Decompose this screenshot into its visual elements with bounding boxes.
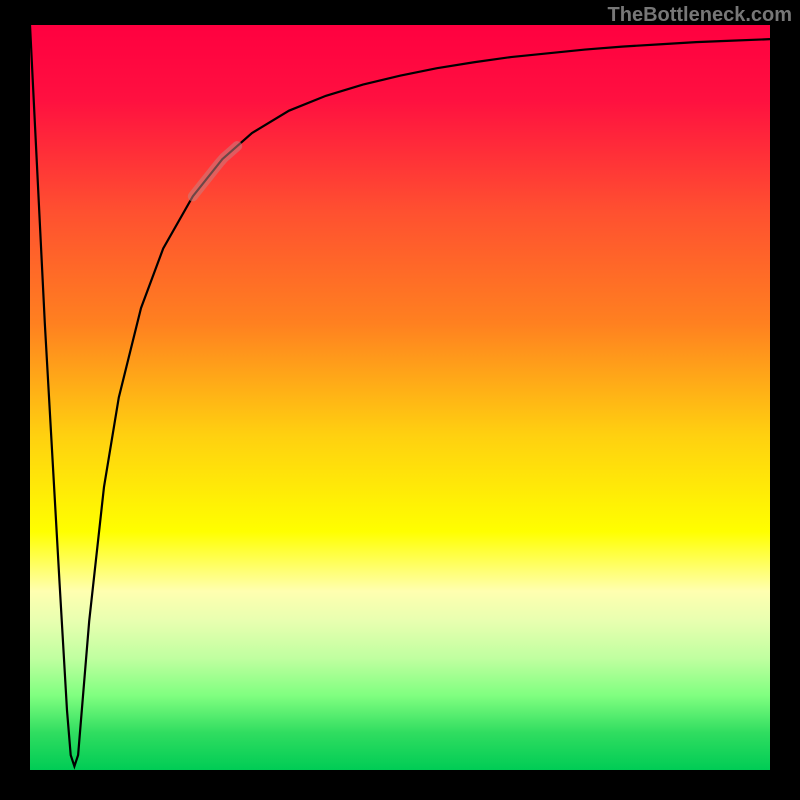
plot-area — [30, 25, 770, 770]
watermark-text: TheBottleneck.com — [608, 4, 792, 27]
highlight-segment — [193, 146, 237, 196]
chart-container: TheBottleneck.com — [0, 0, 800, 800]
bottleneck-curve-path — [30, 25, 770, 766]
curve-layer — [30, 25, 770, 770]
